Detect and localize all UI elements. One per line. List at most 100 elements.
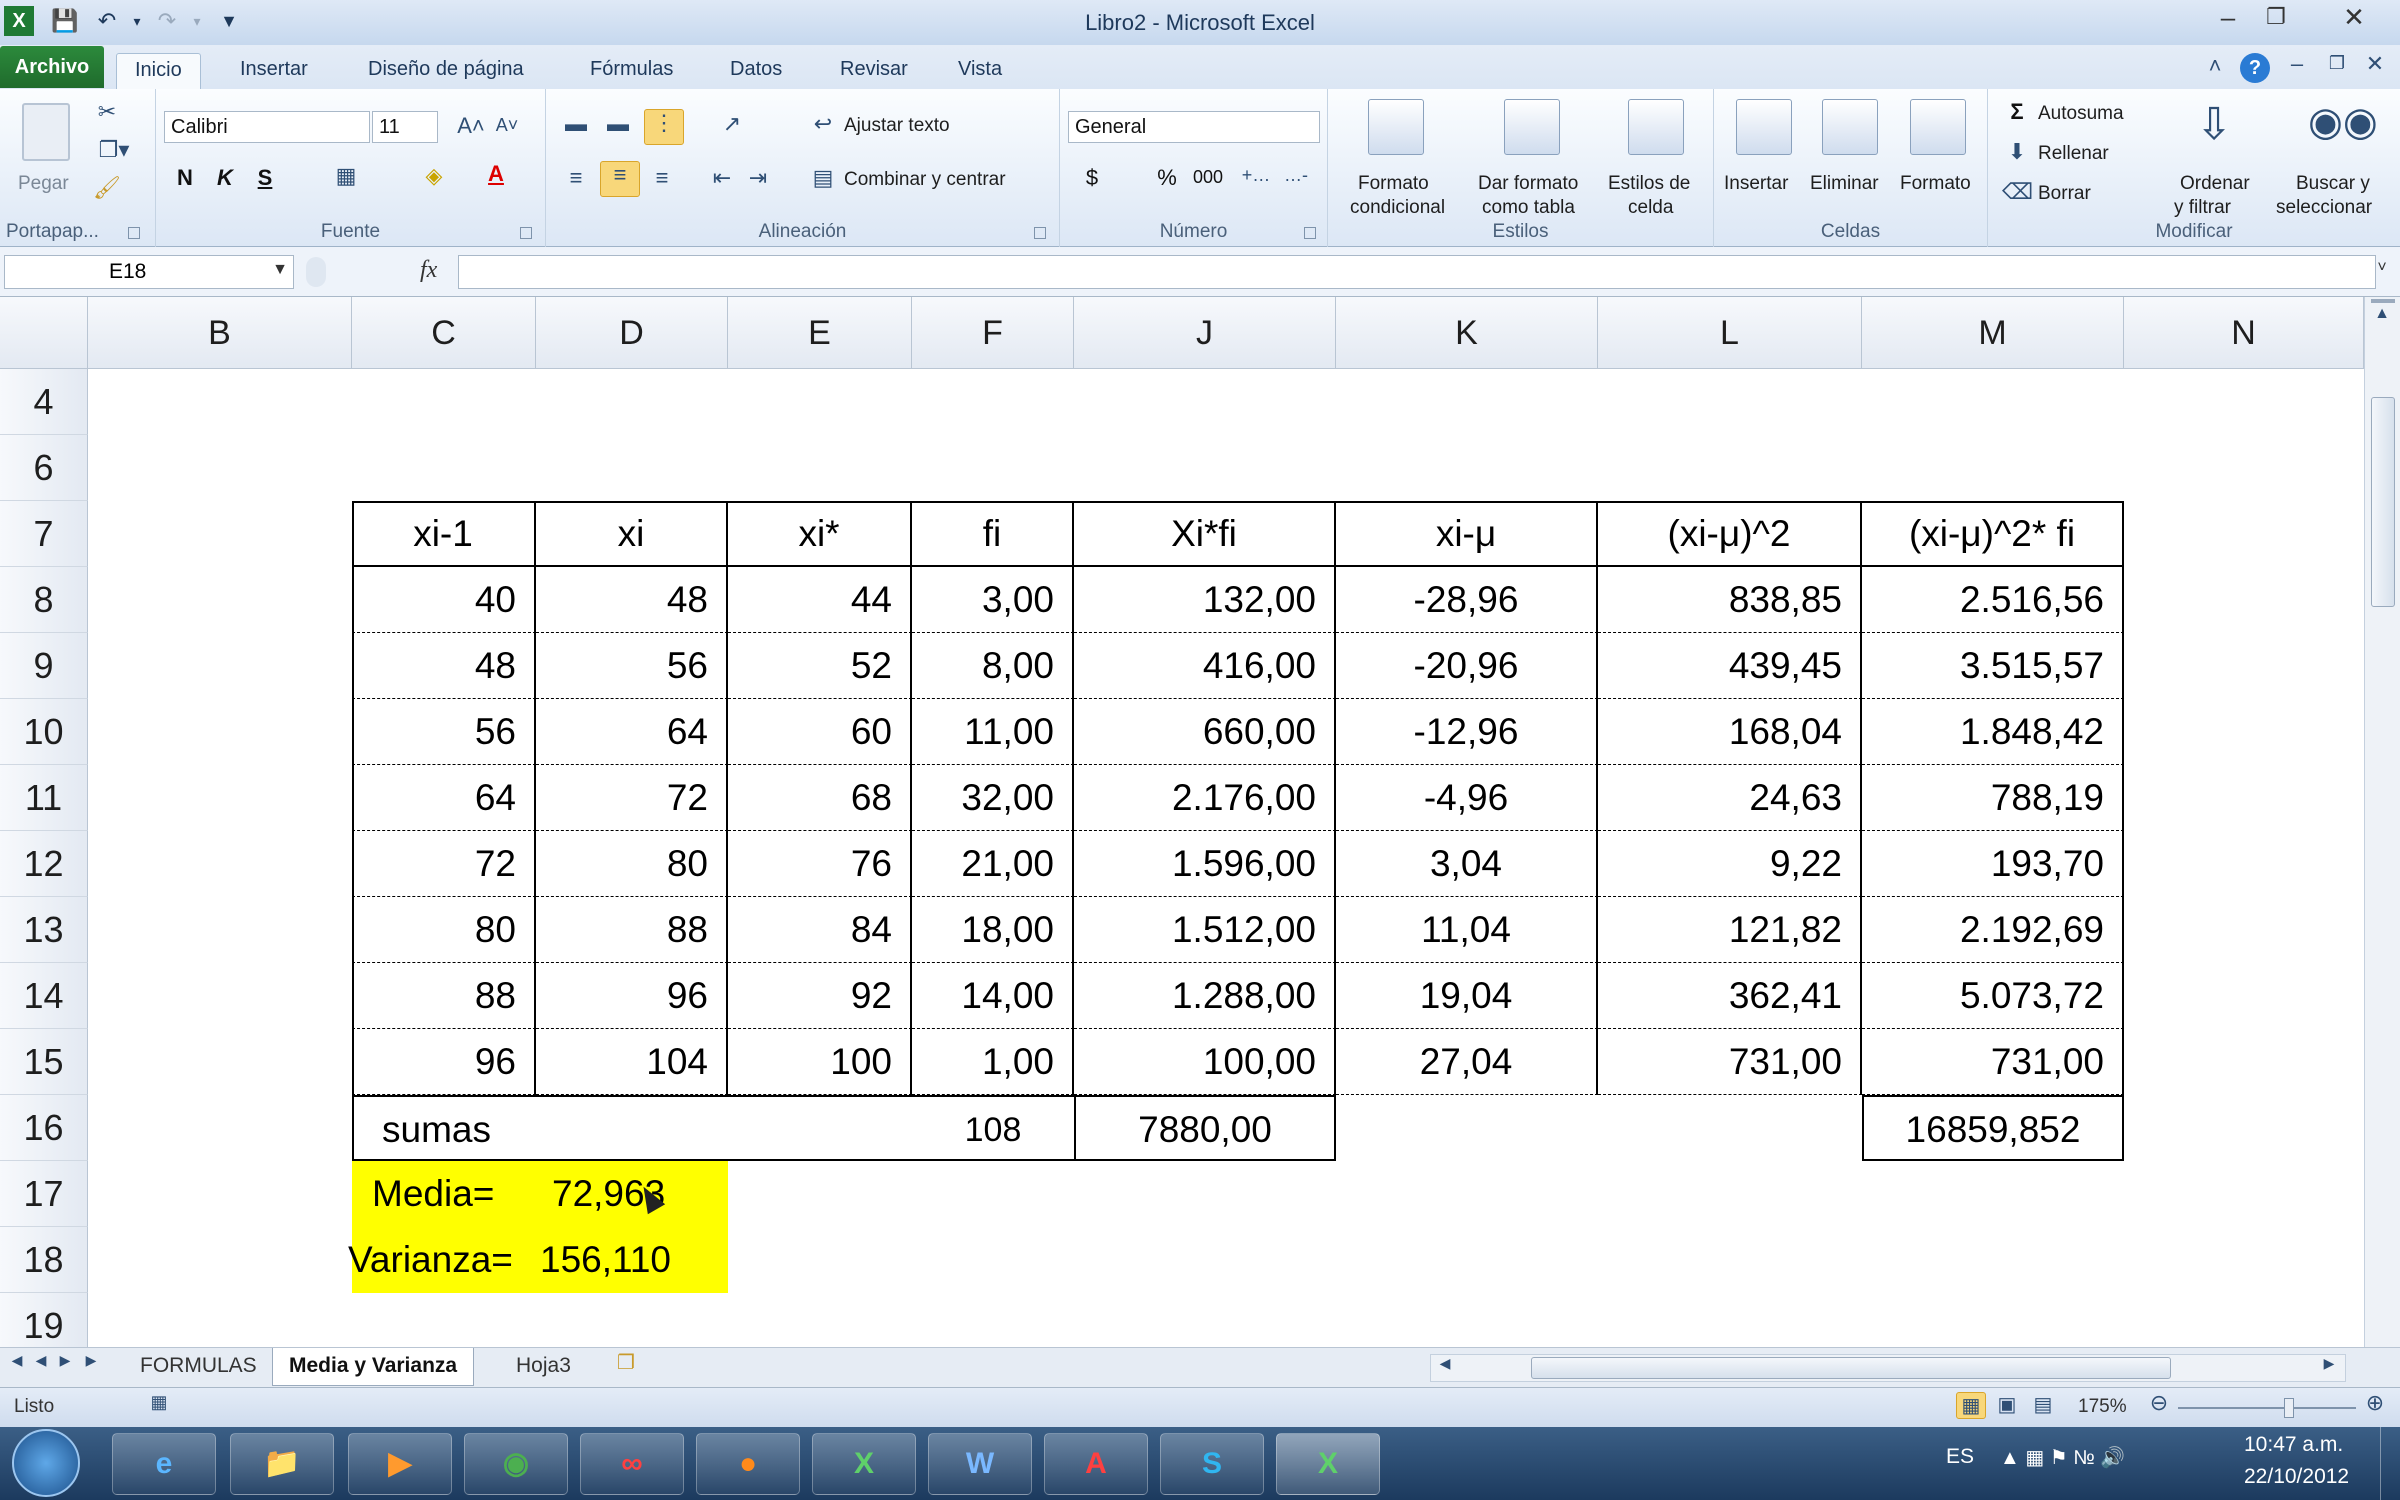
doc-restore-icon[interactable]: ❐ — [2322, 53, 2352, 74]
fill-color-icon[interactable]: ◈ — [414, 163, 454, 189]
orientation-icon[interactable]: ↗ — [712, 111, 752, 137]
merge-center-icon[interactable]: ▤ — [808, 165, 838, 191]
table-cell[interactable]: 11,04 — [1336, 897, 1598, 963]
wrap-text-button[interactable]: Ajustar texto — [844, 115, 950, 137]
table-header-cell[interactable]: (xi-μ)^2 — [1598, 501, 1862, 567]
insert-sheet-icon[interactable]: ❐ — [610, 1350, 642, 1375]
scroll-up-icon[interactable]: ▲ — [2369, 305, 2395, 323]
column-header-k[interactable]: K — [1336, 297, 1598, 369]
table-cell[interactable]: 84 — [728, 897, 912, 963]
expand-formula-icon[interactable]: ˅ — [2370, 259, 2394, 277]
table-cell[interactable]: 19,04 — [1336, 963, 1598, 1029]
table-cell[interactable]: -28,96 — [1336, 567, 1598, 633]
next-sheet-icon[interactable]: ▶ — [54, 1352, 76, 1369]
number-launcher-icon[interactable] — [1304, 227, 1316, 239]
align-left-icon[interactable]: ≡ — [560, 165, 592, 191]
zoom-level[interactable]: 175% — [2078, 1396, 2127, 1418]
table-cell[interactable]: 27,04 — [1336, 1029, 1598, 1095]
tab-formulas[interactable]: Fórmulas — [572, 53, 691, 89]
row-header-17[interactable]: 17 — [0, 1161, 88, 1227]
tab-datos[interactable]: Datos — [712, 53, 800, 89]
table-cell[interactable]: 1,00 — [912, 1029, 1074, 1095]
format-painter-icon[interactable]: 🖌 — [92, 175, 122, 201]
align-center-icon[interactable]: ≡ — [600, 161, 640, 197]
excel-icon[interactable]: X — [812, 1433, 916, 1495]
table-cell[interactable]: -12,96 — [1336, 699, 1598, 765]
table-cell[interactable]: 52 — [728, 633, 912, 699]
vertical-scroll-thumb[interactable] — [2371, 397, 2395, 607]
table-header-cell[interactable]: xi — [536, 501, 728, 567]
find-select-button[interactable]: ◉◉ Buscar y seleccionar — [2274, 99, 2396, 223]
table-header-cell[interactable]: xi* — [728, 501, 912, 567]
table-cell[interactable]: 168,04 — [1598, 699, 1862, 765]
last-sheet-icon[interactable]: ▶ — [80, 1352, 102, 1369]
row-header-10[interactable]: 10 — [0, 699, 88, 765]
table-cell[interactable]: 88 — [352, 963, 536, 1029]
table-cell[interactable]: 132,00 — [1074, 567, 1336, 633]
minimize-icon[interactable]: – — [2202, 0, 2254, 34]
ie-icon[interactable]: e — [112, 1433, 216, 1495]
select-all-corner[interactable] — [0, 297, 88, 369]
wrap-text-icon[interactable]: ↩ — [808, 111, 838, 137]
column-header-n[interactable]: N — [2124, 297, 2364, 369]
doc-minimize-icon[interactable]: – — [2282, 51, 2312, 77]
table-cell[interactable]: 788,19 — [1862, 765, 2124, 831]
name-box[interactable]: E18 — [4, 255, 294, 289]
worksheet-grid[interactable]: B C D E F J K L M N 4 6 7 8 9 10 11 12 13 14 15 16 17 18 19 xi-1 x… — [0, 297, 2364, 1347]
sheet-tab-hoja3[interactable]: Hoja3 — [500, 1348, 587, 1384]
table-cell[interactable]: 121,82 — [1598, 897, 1862, 963]
doc-close-icon[interactable]: ✕ — [2360, 51, 2390, 77]
row-header-9[interactable]: 9 — [0, 633, 88, 699]
table-cell[interactable]: 8,00 — [912, 633, 1074, 699]
table-header-cell[interactable]: xi-1 — [352, 501, 536, 567]
column-header-b[interactable]: B — [88, 297, 352, 369]
tab-revisar[interactable]: Revisar — [822, 53, 926, 89]
table-cell[interactable]: 14,00 — [912, 963, 1074, 1029]
column-header-j[interactable]: J — [1074, 297, 1336, 369]
row-header-13[interactable]: 13 — [0, 897, 88, 963]
table-cell[interactable]: 416,00 — [1074, 633, 1336, 699]
table-cell[interactable]: -4,96 — [1336, 765, 1598, 831]
chrome-icon[interactable]: ◉ — [464, 1433, 568, 1495]
table-cell[interactable]: 88 — [536, 897, 728, 963]
tray-icons[interactable]: ▲ ▦ ⚑ № 🔊 — [2000, 1445, 2125, 1470]
percent-button[interactable]: % — [1152, 165, 1182, 191]
media-player-icon[interactable]: ▶ — [348, 1433, 452, 1495]
formula-input[interactable] — [458, 255, 2376, 289]
format-cells-button[interactable]: Formato — [1894, 99, 1984, 219]
autosum-button[interactable]: Autosuma — [2038, 103, 2124, 125]
zoom-out-icon[interactable]: ⊖ — [2146, 1390, 2172, 1416]
excel-active-icon[interactable]: X — [1276, 1433, 1380, 1495]
language-indicator[interactable]: ES — [1946, 1445, 1974, 1469]
row-header-14[interactable]: 14 — [0, 963, 88, 1029]
row-header-18[interactable]: 18 — [0, 1227, 88, 1293]
table-header-cell[interactable]: (xi-μ)^2* fi — [1862, 501, 2124, 567]
close-icon[interactable]: ✕ — [2328, 0, 2380, 34]
table-cell[interactable]: 64 — [536, 699, 728, 765]
row-header-19[interactable]: 19 — [0, 1293, 88, 1347]
table-cell[interactable]: 731,00 — [1862, 1029, 2124, 1095]
bold-button[interactable]: N — [170, 165, 200, 191]
zoom-in-icon[interactable]: ⊕ — [2362, 1390, 2388, 1416]
fx-icon[interactable]: fx — [420, 257, 450, 284]
paste-button[interactable]: Pegar — [14, 99, 80, 209]
cell-styles-button[interactable]: Estilos de celda — [1604, 99, 1708, 219]
row-header-16[interactable]: 16 — [0, 1095, 88, 1161]
cut-icon[interactable]: ✂ — [92, 99, 122, 125]
table-cell[interactable]: 193,70 — [1862, 831, 2124, 897]
clear-icon[interactable]: ⌫ — [2002, 179, 2033, 205]
increase-decimal-icon[interactable]: +… — [1238, 165, 1274, 186]
table-cell[interactable]: 104 — [536, 1029, 728, 1095]
collapse-ribbon-icon[interactable]: ˄ — [2200, 53, 2230, 79]
font-launcher-icon[interactable] — [520, 227, 532, 239]
column-header-l[interactable]: L — [1598, 297, 1862, 369]
currency-button[interactable]: $ — [1072, 165, 1112, 191]
insert-cells-button[interactable]: Insertar — [1722, 99, 1806, 219]
italic-button[interactable]: K — [210, 165, 240, 191]
table-cell[interactable]: 24,63 — [1598, 765, 1862, 831]
table-cell[interactable]: 96 — [352, 1029, 536, 1095]
start-button[interactable] — [12, 1429, 80, 1497]
font-name-combo[interactable]: Calibri — [164, 111, 370, 143]
font-size-combo[interactable]: 11 — [372, 111, 438, 143]
table-cell[interactable]: -20,96 — [1336, 633, 1598, 699]
